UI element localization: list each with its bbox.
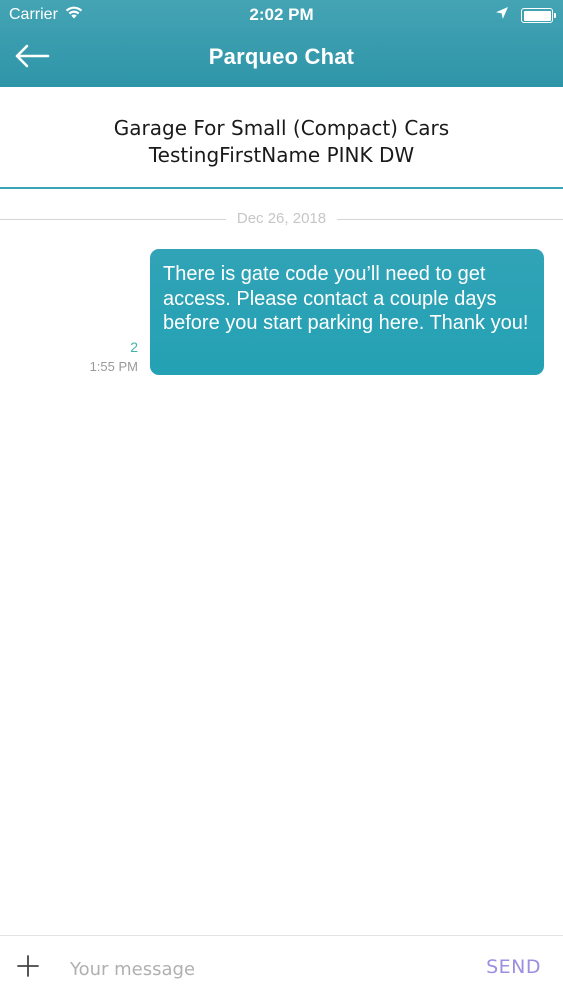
message-composer: SEND xyxy=(0,935,563,1000)
participant-name: TestingFirstName PINK DW xyxy=(148,143,415,167)
plus-icon xyxy=(16,954,40,983)
battery-icon xyxy=(521,8,556,23)
date-divider: Dec 26, 2018 xyxy=(0,208,563,230)
battery-fill xyxy=(523,10,551,21)
arrow-left-icon xyxy=(14,43,50,74)
message-time: 1:55 PM xyxy=(89,359,138,374)
status-right xyxy=(495,6,556,25)
carrier: Carrier xyxy=(9,5,84,24)
status-bar: Carrier 2:02 PM xyxy=(0,0,563,30)
page-title: Parqueo Chat xyxy=(208,44,355,69)
location-arrow-icon xyxy=(495,6,509,25)
message-bubble[interactable]: There is gate code you’ll need to get ac… xyxy=(150,249,544,375)
conversation-header: Garage For Small (Compact) Cars TestingF… xyxy=(0,87,563,189)
wifi-icon xyxy=(64,5,84,24)
send-button[interactable]: SEND xyxy=(486,956,541,978)
carrier-label: Carrier xyxy=(9,5,58,23)
back-button[interactable] xyxy=(10,40,54,76)
message-input[interactable] xyxy=(70,952,450,986)
message-count: 2 xyxy=(130,339,138,355)
listing-title: Garage For Small (Compact) Cars xyxy=(113,116,450,140)
add-attachment-button[interactable] xyxy=(12,952,44,984)
chat-screen: Carrier 2:02 PM Parqueo Chat Garage For … xyxy=(0,0,563,1000)
app-header: Carrier 2:02 PM Parqueo Chat xyxy=(0,0,563,87)
divider-line-right xyxy=(337,219,563,220)
status-time: 2:02 PM xyxy=(249,5,314,24)
nav-bar: Parqueo Chat xyxy=(0,30,563,87)
